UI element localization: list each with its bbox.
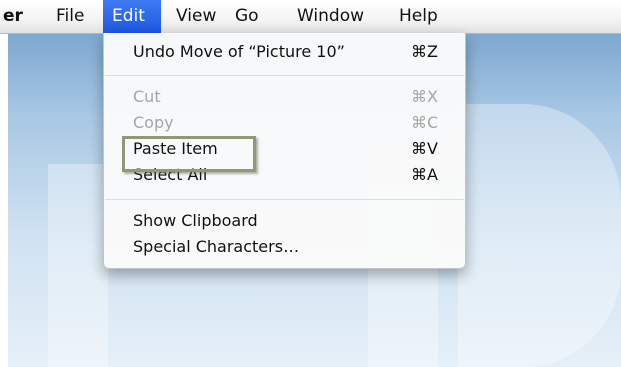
file-menu[interactable]: File: [47, 0, 93, 33]
undo-label: Undo Move of “Picture 10”: [133, 42, 345, 61]
help-menu[interactable]: Help: [390, 0, 447, 33]
paste-item-shortcut: ⌘V: [411, 139, 438, 158]
menu-item-paste-item[interactable]: Paste Item ⌘V: [104, 136, 465, 162]
show-clipboard-label: Show Clipboard: [133, 211, 258, 230]
copy-shortcut: ⌘C: [411, 113, 439, 132]
paste-item-label: Paste Item: [133, 139, 218, 158]
menu-bar: er File Edit View Go Window Help: [0, 0, 621, 34]
menu-item-copy[interactable]: Copy ⌘C: [104, 110, 465, 136]
special-characters-label: Special Characters…: [133, 237, 300, 256]
edit-menu[interactable]: Edit: [103, 0, 161, 33]
copy-label: Copy: [133, 113, 174, 132]
cut-label: Cut: [133, 87, 161, 106]
go-menu[interactable]: Go: [226, 0, 268, 33]
wallpaper-shape: [48, 164, 108, 367]
window-menu[interactable]: Window: [288, 0, 373, 33]
undo-shortcut: ⌘Z: [411, 42, 438, 61]
select-all-label: Select All: [133, 165, 208, 184]
menu-separator: [105, 75, 464, 76]
menu-item-undo[interactable]: Undo Move of “Picture 10” ⌘Z: [104, 39, 465, 65]
view-menu[interactable]: View: [167, 0, 225, 33]
cut-shortcut: ⌘X: [411, 87, 438, 106]
edit-dropdown-menu: Undo Move of “Picture 10” ⌘Z Cut ⌘X Copy…: [103, 33, 466, 269]
menu-item-special-characters[interactable]: Special Characters…: [104, 234, 465, 260]
wallpaper-shape: [523, 104, 621, 367]
menu-item-select-all[interactable]: Select All ⌘A: [104, 162, 465, 188]
wallpaper-shape: [458, 104, 523, 367]
app-menu[interactable]: er: [0, 0, 32, 33]
menu-item-show-clipboard[interactable]: Show Clipboard: [104, 208, 465, 234]
menu-item-cut[interactable]: Cut ⌘X: [104, 84, 465, 110]
menu-separator: [105, 199, 464, 200]
select-all-shortcut: ⌘A: [411, 165, 438, 184]
